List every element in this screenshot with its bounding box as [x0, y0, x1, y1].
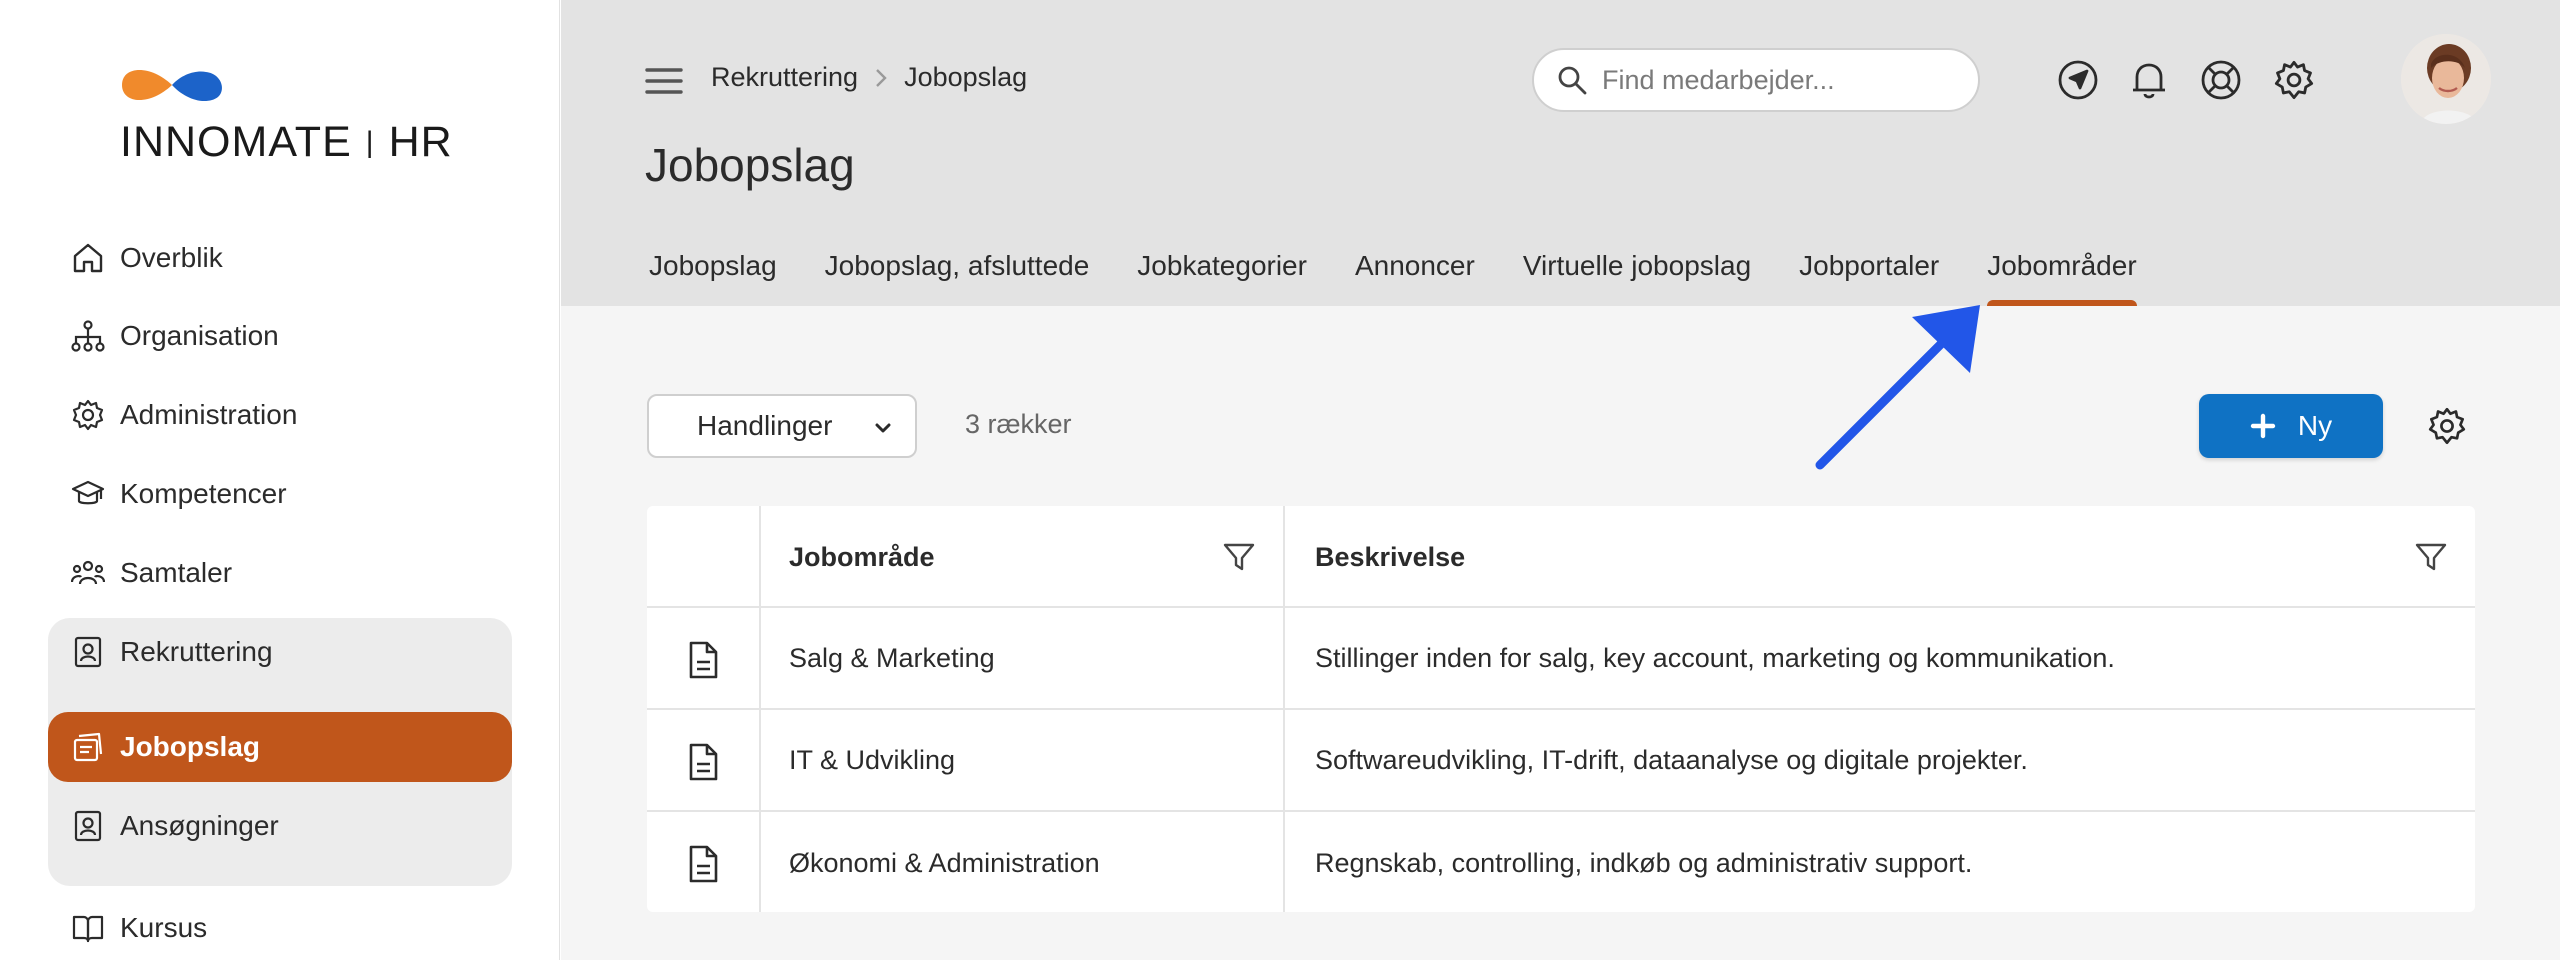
cell-area: Salg & Marketing: [789, 642, 995, 673]
plus-icon: [2250, 413, 2276, 439]
bell-icon[interactable]: [2127, 58, 2171, 102]
tab-jobopslag-afsluttede[interactable]: Jobopslag, afsluttede: [825, 250, 1090, 302]
brand-name-left: INNOMATE: [120, 118, 352, 166]
cell-area: IT & Udvikling: [789, 744, 956, 775]
table-settings-gear-icon[interactable]: [2423, 402, 2471, 450]
data-table: Jobområde Beskrivelse Salg & Marketing S…: [647, 506, 2475, 912]
sidebar-item-label: Overblik: [120, 242, 223, 273]
sidebar-item-overblik[interactable]: Overblik: [48, 223, 512, 293]
chevron-down-icon: [873, 418, 893, 438]
gear-icon[interactable]: [2272, 58, 2316, 102]
document-icon[interactable]: [685, 844, 721, 884]
filter-icon[interactable]: [2415, 542, 2447, 572]
org-chart-icon: [70, 318, 106, 354]
menu-icon[interactable]: [645, 66, 683, 96]
sidebar-item-samtaler[interactable]: Samtaler: [48, 538, 512, 608]
search-input[interactable]: [1602, 64, 1962, 96]
sidebar-item-administration[interactable]: Administration: [48, 380, 512, 450]
actions-label: Handlinger: [697, 410, 833, 441]
new-button[interactable]: Ny: [2199, 394, 2383, 458]
column-header-beskrivelse[interactable]: Beskrivelse: [1285, 506, 2475, 608]
sidebar-item-label: Kursus: [120, 912, 208, 943]
breadcrumb-item[interactable]: Jobopslag: [904, 62, 1027, 93]
navigation-icon[interactable]: [2056, 58, 2100, 102]
job-post-icon: [70, 729, 106, 765]
brand-name-right: HR: [388, 118, 453, 166]
tab-annoncer[interactable]: Annoncer: [1355, 250, 1475, 302]
table-row[interactable]: Salg & Marketing Stillinger inden for sa…: [647, 608, 2475, 710]
people-icon: [70, 555, 106, 591]
actions-dropdown[interactable]: Handlinger: [647, 394, 917, 458]
tab-jobopslag[interactable]: Jobopslag: [649, 250, 777, 302]
gear-icon: [70, 397, 106, 433]
sidebar-item-label: Ansøgninger: [120, 810, 279, 841]
annotation-arrow-icon: [1815, 305, 1980, 470]
sidebar-item-organisation[interactable]: Organisation: [48, 301, 512, 371]
sidebar-item-label: Organisation: [120, 320, 279, 351]
main-content: Handlinger 3 rækker Ny Jobområde Beskriv…: [561, 306, 2560, 960]
table-header: Jobområde Beskrivelse: [647, 506, 2475, 608]
page-header: Rekruttering Jobopslag Jobopslag J: [561, 0, 2560, 308]
home-icon: [70, 240, 106, 276]
search-box[interactable]: [1532, 48, 1980, 112]
tab-virtuelle-jobopslag[interactable]: Virtuelle jobopslag: [1523, 250, 1751, 302]
filter-icon[interactable]: [1223, 542, 1255, 572]
badge-icon: [70, 634, 106, 670]
row-count: 3 rækker: [965, 409, 1072, 439]
badge-icon: [70, 808, 106, 844]
breadcrumb-item[interactable]: Rekruttering: [711, 62, 858, 93]
column-header-jobomrade[interactable]: Jobområde: [761, 506, 1283, 608]
sidebar-item-label: Rekruttering: [120, 636, 273, 667]
sidebar-item-kursus[interactable]: Kursus: [48, 893, 512, 960]
search-icon: [1556, 64, 1588, 96]
avatar[interactable]: [2401, 34, 2491, 124]
chevron-right-icon: [874, 67, 888, 89]
cell-description: Softwareudvikling, IT-drift, dataanalyse…: [1315, 744, 2028, 775]
logo-text: INNOMATE | HR: [120, 118, 453, 166]
document-icon[interactable]: [685, 742, 721, 782]
sidebar-item-label: Administration: [120, 399, 298, 430]
graduation-cap-icon: [70, 476, 106, 512]
book-icon: [70, 910, 106, 946]
document-icon[interactable]: [685, 640, 721, 680]
breadcrumb: Rekruttering Jobopslag: [711, 62, 1027, 93]
page-title: Jobopslag: [645, 139, 855, 191]
cell-description: Regnskab, controlling, indkøb og adminis…: [1315, 847, 1973, 878]
table-row[interactable]: Økonomi & Administration Regnskab, contr…: [647, 812, 2475, 914]
sidebar-item-rekruttering[interactable]: Rekruttering: [48, 617, 512, 687]
logo-mark-icon: [122, 69, 223, 102]
table-row[interactable]: IT & Udvikling Softwareudvikling, IT-dri…: [647, 710, 2475, 812]
sidebar-item-ansogninger[interactable]: Ansøgninger: [48, 791, 512, 861]
lifebuoy-icon[interactable]: [2199, 58, 2243, 102]
sidebar-item-kompetencer[interactable]: Kompetencer: [48, 459, 512, 529]
tab-jobkategorier[interactable]: Jobkategorier: [1137, 250, 1307, 302]
sidebar-item-label: Samtaler: [120, 557, 233, 588]
cell-description: Stillinger inden for salg, key account, …: [1315, 642, 2115, 673]
sidebar-item-label: Kompetencer: [120, 478, 287, 509]
sidebar-item-jobopslag[interactable]: Jobopslag: [48, 712, 512, 782]
sidebar: INNOMATE | HR Overblik Organisation Admini…: [0, 0, 560, 960]
cell-area: Økonomi & Administration: [789, 847, 1100, 878]
logo[interactable]: INNOMATE | HR: [120, 60, 460, 170]
sidebar-item-label: Jobopslag: [120, 731, 261, 762]
new-button-label: Ny: [2297, 410, 2333, 441]
